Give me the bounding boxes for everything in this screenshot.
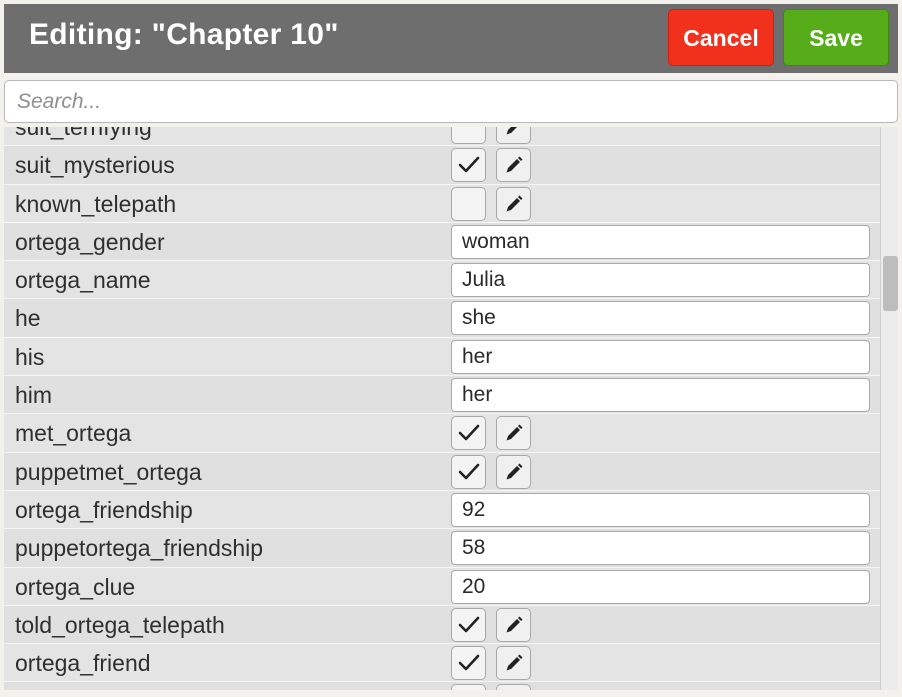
variable-value-field[interactable]: her xyxy=(451,339,870,374)
variable-row: ortega_clue 20 xyxy=(4,567,880,606)
variable-row: ortega_gender woman xyxy=(4,222,880,262)
variable-row: he she xyxy=(4,299,880,338)
variable-name: he xyxy=(15,305,41,332)
variable-name: ortega_name xyxy=(15,267,151,294)
variable-row: ortega_friendship 92 xyxy=(4,490,880,530)
variable-checkbox[interactable] xyxy=(451,454,486,489)
variable-name: suit_mysterious xyxy=(15,152,175,179)
variable-row: his her xyxy=(4,337,880,377)
variable-value-field[interactable]: 58 xyxy=(451,531,870,566)
variable-name: ortega_clue xyxy=(15,573,136,600)
save-button[interactable]: Save xyxy=(783,9,889,66)
variable-name: puppetortega_friendship xyxy=(15,535,264,562)
variable-row: ortega_name Julia xyxy=(4,261,880,300)
variable-checkbox[interactable] xyxy=(451,127,486,144)
variable-row: suit_mysterious xyxy=(4,146,880,185)
variable-checkbox[interactable] xyxy=(451,148,486,183)
variable-name: puppetmet_ortega xyxy=(15,458,202,485)
variable-checkbox[interactable] xyxy=(451,416,486,451)
variable-row: known_telepath xyxy=(4,184,880,223)
variable-row: met_ortega xyxy=(4,414,880,453)
edit-button[interactable] xyxy=(496,646,531,681)
variable-row: ortega_friend xyxy=(4,644,880,683)
bottom-edge xyxy=(0,690,902,697)
variable-name: him xyxy=(15,382,53,409)
edit-button[interactable] xyxy=(496,127,531,144)
variable-value-field[interactable]: she xyxy=(451,301,870,336)
variable-row: suit_terrifying xyxy=(4,127,880,147)
variable-value-field[interactable]: her xyxy=(451,378,870,413)
variable-name: met_ortega xyxy=(15,420,132,447)
variable-checkbox[interactable] xyxy=(451,186,486,221)
variable-row: him her xyxy=(4,376,880,415)
variable-name: known_telepath xyxy=(15,190,177,217)
variable-name: suit_terrifying xyxy=(15,127,152,140)
variable-name: his xyxy=(15,343,45,370)
header-bar: Editing: "Chapter 10" Cancel Save xyxy=(4,4,898,73)
variable-value-field[interactable]: woman xyxy=(451,224,870,259)
variable-row xyxy=(4,682,880,690)
variable-row: told_ortega_telepath xyxy=(4,605,880,645)
variable-checkbox[interactable] xyxy=(451,646,486,681)
scrollbar-thumb[interactable] xyxy=(883,256,898,311)
variable-row: puppetortega_friendship 58 xyxy=(4,529,880,568)
edit-button[interactable] xyxy=(496,148,531,183)
editor-window: Editing: "Chapter 10" Cancel Save suit_t… xyxy=(0,0,902,697)
variable-value-field[interactable]: 92 xyxy=(451,492,870,527)
scrollbar[interactable] xyxy=(880,127,898,690)
variable-name: told_ortega_telepath xyxy=(15,611,225,638)
variable-value-field[interactable]: Julia xyxy=(451,263,870,298)
variable-row: puppetmet_ortega xyxy=(4,452,880,491)
search-input[interactable] xyxy=(4,80,898,123)
search-bar xyxy=(4,80,898,123)
variable-name: ortega_friend xyxy=(15,650,151,677)
edit-button[interactable] xyxy=(496,607,531,642)
variable-name: ortega_gender xyxy=(15,228,165,255)
edit-button[interactable] xyxy=(496,416,531,451)
edit-button[interactable] xyxy=(496,454,531,489)
edit-button[interactable] xyxy=(496,186,531,221)
variable-value-field[interactable]: 20 xyxy=(451,569,870,604)
variable-list: suit_terrifying suit_mysterious known_tele… xyxy=(4,127,880,690)
cancel-button[interactable]: Cancel xyxy=(668,9,774,66)
variable-list-content: suit_terrifying suit_mysterious known_tele… xyxy=(4,127,880,690)
variable-checkbox[interactable] xyxy=(451,607,486,642)
variable-name: ortega_friendship xyxy=(15,496,193,523)
page-title: Editing: "Chapter 10" xyxy=(29,18,339,51)
